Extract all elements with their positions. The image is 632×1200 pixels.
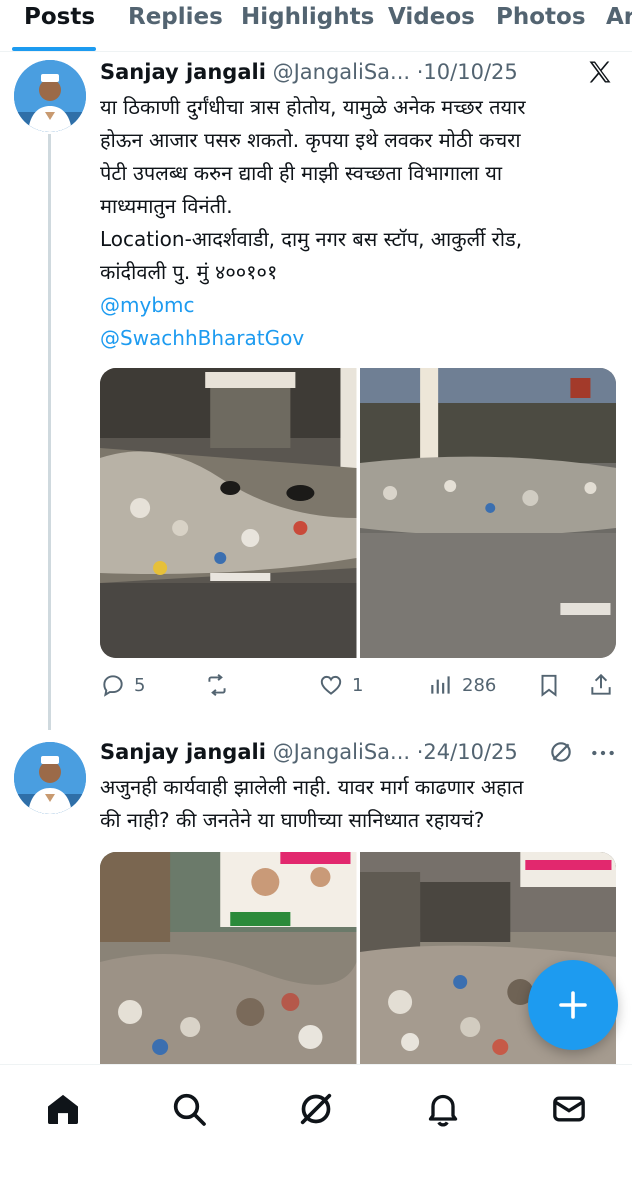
home-icon[interactable] — [43, 1089, 83, 1129]
tab-articles[interactable]: Ar — [606, 4, 632, 30]
profile-tabs: Posts Replies Highlights Videos Photos A… — [0, 0, 632, 52]
garbage-photo — [100, 852, 357, 1064]
x-logo-icon — [589, 61, 611, 83]
avatar-image — [14, 60, 86, 132]
tab-photos[interactable]: Photos — [496, 4, 586, 30]
share-icon — [591, 673, 611, 695]
avatar[interactable] — [14, 742, 86, 814]
plus-icon — [559, 991, 587, 1019]
view-count: 286 — [462, 674, 497, 696]
avatar[interactable] — [14, 60, 86, 132]
like-count: 1 — [352, 674, 364, 696]
reply-button[interactable]: 5 — [100, 672, 145, 698]
post-date[interactable]: 10/10/25 — [423, 60, 517, 84]
share-button[interactable] — [588, 672, 614, 698]
garbage-photo — [359, 368, 616, 658]
post-actions: 5 1 286 — [100, 672, 616, 702]
post-header: Sanjay jangali @JangaliSa... ·24/10/25 — [100, 740, 518, 764]
grok-icon[interactable] — [296, 1089, 336, 1129]
views-button[interactable]: 286 — [428, 672, 496, 698]
heart-icon — [320, 675, 342, 695]
post-text-line: या ठिकाणी दुर्गंधीचा त्रास होतोय, यामुळे… — [100, 95, 526, 119]
post-text-line: की नाही? की जनतेने या घाणीच्या सानिध्यात… — [100, 808, 485, 832]
mention-link[interactable]: @mybmc — [100, 289, 610, 322]
active-tab-indicator — [12, 47, 96, 51]
like-button[interactable]: 1 — [318, 672, 363, 698]
post-body: या ठिकाणी दुर्गंधीचा त्रास होतोय, यामुळे… — [100, 91, 610, 355]
author-name[interactable]: Sanjay jangali — [100, 740, 266, 764]
tab-highlights[interactable]: Highlights — [241, 4, 374, 30]
avatar-image — [14, 742, 86, 814]
bottom-nav — [0, 1064, 632, 1200]
notifications-icon[interactable] — [423, 1089, 463, 1129]
bookmark-button[interactable] — [536, 672, 562, 698]
post-date[interactable]: 24/10/25 — [423, 740, 517, 764]
post-media[interactable] — [100, 368, 616, 658]
media-photo[interactable] — [359, 368, 616, 658]
author-handle[interactable]: @JangaliSa... — [273, 740, 410, 764]
tab-replies[interactable]: Replies — [128, 4, 223, 30]
search-icon[interactable] — [169, 1089, 209, 1129]
compose-button[interactable] — [528, 960, 618, 1050]
post-text-line: पेटी उपलब्ध करुन द्यावी ही माझी स्वच्छता… — [100, 161, 503, 185]
repost-button[interactable] — [204, 672, 238, 698]
mention-link[interactable]: @SwachhBharatGov — [100, 322, 610, 355]
reply-icon — [103, 675, 123, 697]
post-text-line: कांदीवली पु. मुं ४००१०१ — [100, 260, 278, 284]
views-icon — [431, 676, 450, 694]
grok-icon[interactable] — [548, 739, 574, 765]
reply-count: 5 — [134, 674, 146, 696]
author-name[interactable]: Sanjay jangali — [100, 60, 266, 84]
more-icon[interactable] — [590, 740, 616, 766]
post-body: अजुनही कार्यवाही झालेली नाही. यावर मार्ग… — [100, 771, 610, 837]
tab-posts[interactable]: Posts — [24, 4, 95, 30]
post-text-line: अजुनही कार्यवाही झालेली नाही. यावर मार्ग… — [100, 775, 524, 799]
author-handle[interactable]: @JangaliSa... — [273, 60, 410, 84]
bookmark-icon — [541, 674, 557, 697]
garbage-photo — [100, 368, 357, 658]
thread-connector — [48, 134, 51, 730]
media-photo[interactable] — [100, 368, 357, 658]
post-header: Sanjay jangali @JangaliSa... ·10/10/25 — [100, 60, 518, 84]
media-photo[interactable] — [100, 852, 357, 1064]
post-text-line: होऊन आजार पसरु शकतो. कृपया इथे लवकर मोठी… — [100, 128, 521, 152]
tab-videos[interactable]: Videos — [388, 4, 475, 30]
repost-icon — [208, 673, 226, 697]
post-text-line: माध्यमातुन विनंती. — [100, 194, 233, 218]
post-text-line: Location-आदर्शवाडी, दामु नगर बस स्टॉप, आ… — [100, 227, 523, 251]
messages-icon[interactable] — [549, 1089, 589, 1129]
